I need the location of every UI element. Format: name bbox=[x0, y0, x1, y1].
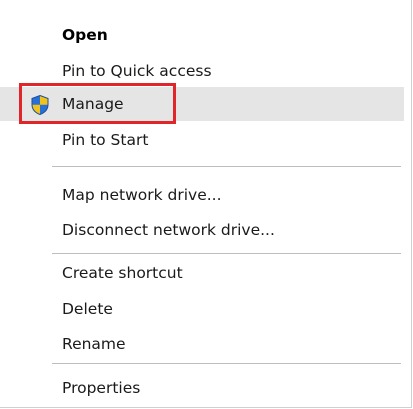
menu-item-delete[interactable]: Delete bbox=[0, 292, 404, 326]
menu-item-rename[interactable]: Rename bbox=[0, 327, 404, 361]
highlight-box bbox=[19, 83, 176, 124]
menu-separator bbox=[52, 253, 401, 254]
menu-item-map-network-drive[interactable]: Map network drive... bbox=[0, 178, 404, 212]
menu-item-properties[interactable]: Properties bbox=[0, 371, 404, 405]
menu-item-label: Open bbox=[62, 26, 108, 44]
menu-item-create-shortcut[interactable]: Create shortcut bbox=[0, 256, 404, 290]
menu-item-label: Rename bbox=[62, 335, 126, 353]
context-menu: Open Pin to Quick access Manage Pin to S… bbox=[0, 0, 412, 408]
menu-item-disconnect-network-drive[interactable]: Disconnect network drive... bbox=[0, 213, 404, 247]
menu-item-label: Create shortcut bbox=[62, 264, 183, 282]
menu-item-label: Map network drive... bbox=[62, 186, 222, 204]
menu-item-open[interactable]: Open bbox=[0, 18, 404, 52]
menu-item-label: Pin to Quick access bbox=[62, 62, 212, 80]
menu-item-label: Delete bbox=[62, 300, 113, 318]
menu-item-label: Disconnect network drive... bbox=[62, 221, 275, 239]
menu-separator bbox=[52, 166, 401, 167]
menu-item-label: Pin to Start bbox=[62, 131, 149, 149]
menu-item-pin-to-start[interactable]: Pin to Start bbox=[0, 123, 404, 157]
menu-item-label: Properties bbox=[62, 379, 141, 397]
menu-separator bbox=[52, 363, 401, 364]
